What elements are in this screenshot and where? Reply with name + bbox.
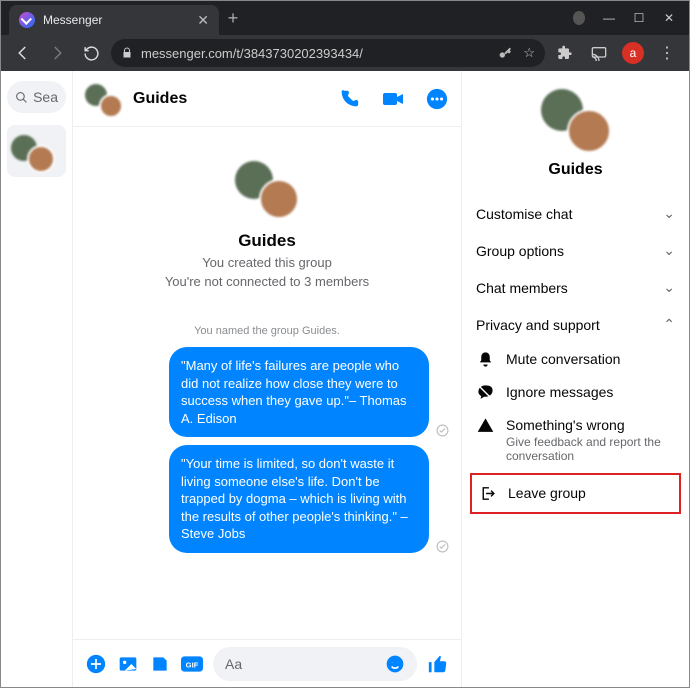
- extensions-icon[interactable]: [551, 39, 579, 67]
- details-intro: Guides: [476, 83, 675, 179]
- intro-line: You're not connected to 3 members: [165, 274, 369, 289]
- back-icon[interactable]: [9, 39, 37, 67]
- image-icon[interactable]: [117, 653, 139, 675]
- intro-line: You created this group: [202, 255, 332, 270]
- add-icon[interactable]: [85, 653, 107, 675]
- section-customise-chat[interactable]: Customise chat⌄: [476, 195, 675, 232]
- message-bubble[interactable]: "Many of life's failures are people who …: [169, 347, 429, 437]
- chrome-account-icon[interactable]: [573, 11, 585, 25]
- forward-icon[interactable]: [43, 39, 71, 67]
- group-avatar: [11, 129, 55, 173]
- chevron-up-icon: ⌃: [663, 316, 675, 333]
- section-chat-members[interactable]: Chat members⌄: [476, 269, 675, 306]
- lock-icon: [121, 47, 133, 59]
- browser-titlebar: Messenger ✕ + — ☐ ✕: [1, 1, 689, 35]
- chat-header: Guides: [73, 71, 461, 127]
- star-icon[interactable]: ☆: [523, 45, 535, 61]
- tab-close-icon[interactable]: ✕: [197, 12, 209, 29]
- warning-icon: [476, 417, 494, 434]
- option-leave-group[interactable]: Leave group: [476, 477, 675, 510]
- maximize-icon[interactable]: ☐: [633, 11, 645, 25]
- new-tab-button[interactable]: +: [219, 4, 247, 32]
- chat-title: Guides: [133, 90, 187, 108]
- search-icon: [15, 90, 28, 105]
- url-text: messenger.com/t/3843730202393434/: [141, 46, 363, 61]
- message-input[interactable]: Aa: [213, 647, 417, 681]
- intro-title: Guides: [238, 231, 296, 251]
- close-window-icon[interactable]: ✕: [663, 11, 675, 25]
- search-input[interactable]: Sea: [7, 81, 66, 113]
- search-placeholder: Sea: [33, 89, 58, 105]
- reload-icon[interactable]: [77, 39, 105, 67]
- bell-icon: [476, 351, 494, 368]
- option-somethings-wrong[interactable]: Something's wrongGive feedback and repor…: [476, 409, 675, 471]
- sticker-icon[interactable]: [149, 653, 171, 675]
- messenger-favicon: [19, 12, 35, 28]
- conversation-list: Sea: [1, 71, 73, 687]
- chevron-down-icon: ⌄: [663, 242, 675, 259]
- more-icon[interactable]: [425, 87, 449, 111]
- gif-icon[interactable]: GIF: [181, 653, 203, 675]
- section-group-options[interactable]: Group options⌄: [476, 232, 675, 269]
- option-mute-conversation[interactable]: Mute conversation: [476, 343, 675, 376]
- address-bar[interactable]: messenger.com/t/3843730202393434/ ☆: [111, 39, 545, 67]
- messenger-app: Sea Guides Guides You created this group…: [1, 71, 689, 687]
- delivered-icon: [435, 540, 449, 553]
- minimize-icon[interactable]: —: [603, 11, 615, 25]
- chevron-down-icon: ⌄: [663, 205, 675, 222]
- leave-group-highlight: Leave group: [470, 473, 681, 514]
- call-icon[interactable]: [337, 87, 361, 111]
- details-panel: Guides Customise chat⌄ Group options⌄ Ch…: [461, 71, 689, 687]
- browser-toolbar: messenger.com/t/3843730202393434/ ☆ a ⋮: [1, 35, 689, 71]
- menu-icon[interactable]: ⋮: [653, 39, 681, 67]
- group-avatar: [85, 80, 123, 118]
- window-controls: — ☐ ✕: [573, 11, 689, 25]
- profile-avatar[interactable]: a: [619, 39, 647, 67]
- composer-placeholder: Aa: [225, 656, 242, 672]
- section-privacy-support[interactable]: Privacy and support⌃: [476, 306, 675, 343]
- message-row: "Your time is limited, so don't waste it…: [85, 445, 449, 553]
- tab-title: Messenger: [43, 13, 102, 27]
- svg-text:GIF: GIF: [186, 660, 199, 669]
- emoji-icon[interactable]: [385, 654, 405, 674]
- video-call-icon[interactable]: [381, 87, 405, 111]
- conversation-item[interactable]: [7, 125, 66, 177]
- composer: GIF Aa: [73, 639, 461, 687]
- delivered-icon: [435, 424, 449, 437]
- chevron-down-icon: ⌄: [663, 279, 675, 296]
- group-avatar: [541, 83, 611, 153]
- message-row: "Many of life's failures are people who …: [85, 347, 449, 437]
- browser-tab[interactable]: Messenger ✕: [9, 5, 219, 35]
- group-avatar: [235, 155, 299, 219]
- system-message: You named the group Guides.: [85, 325, 449, 337]
- like-icon[interactable]: [427, 653, 449, 675]
- chat-body: Guides You created this group You're not…: [73, 127, 461, 639]
- details-title: Guides: [548, 161, 602, 179]
- leave-icon: [478, 485, 496, 502]
- chat-pane: Guides Guides You created this group You…: [73, 71, 461, 687]
- cast-icon[interactable]: [585, 39, 613, 67]
- option-ignore-messages[interactable]: Ignore messages: [476, 376, 675, 409]
- chat-intro: Guides You created this group You're not…: [85, 135, 449, 319]
- message-bubble[interactable]: "Your time is limited, so don't waste it…: [169, 445, 429, 553]
- ignore-icon: [476, 384, 494, 401]
- key-icon[interactable]: [497, 45, 513, 61]
